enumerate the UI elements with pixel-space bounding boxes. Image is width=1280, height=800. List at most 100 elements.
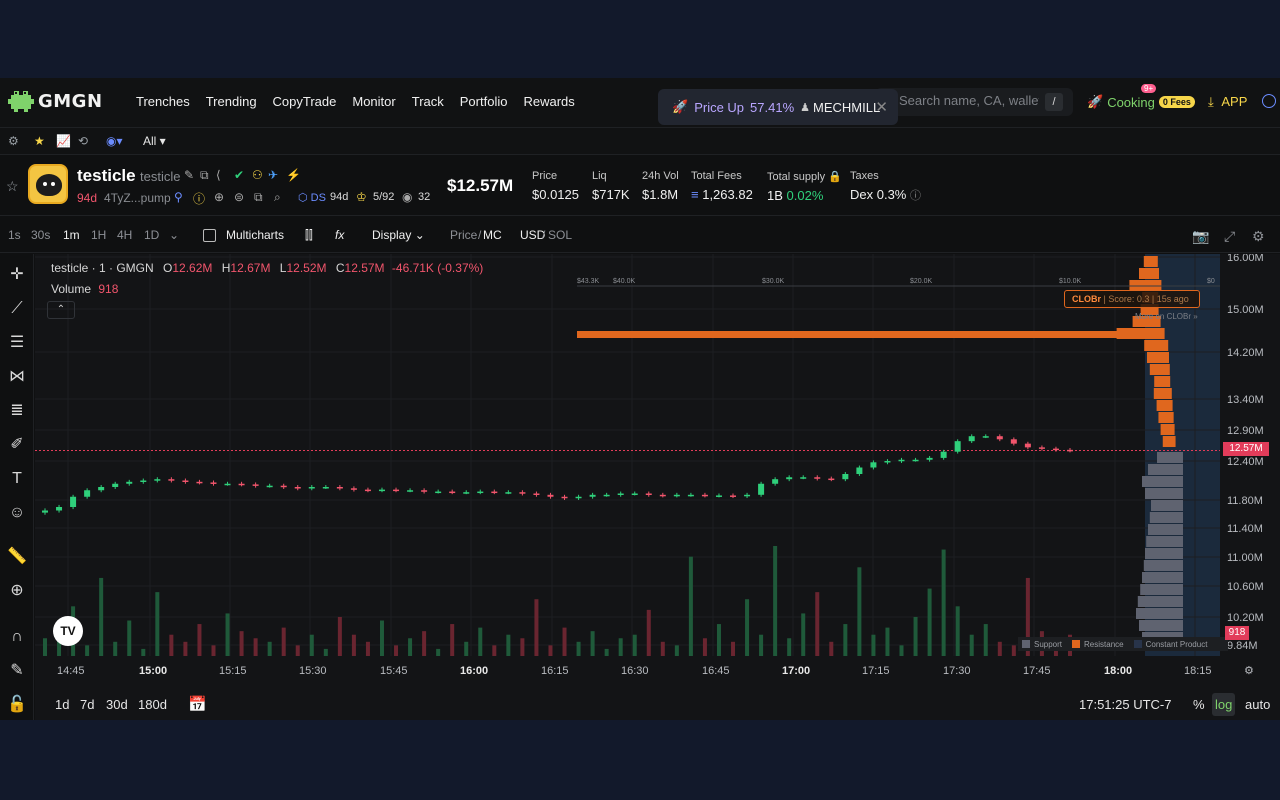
- fullscreen-icon[interactable]: ⤢: [1224, 228, 1235, 245]
- star-icon[interactable]: ★: [34, 134, 45, 148]
- timeframe-1m[interactable]: 1m: [63, 228, 80, 242]
- clobr-badge[interactable]: CLOBr | Score: 0.3 | 15s ago: [1064, 290, 1200, 308]
- price-toggle[interactable]: Price: [450, 228, 477, 242]
- nav-copytrade[interactable]: CopyTrade: [273, 94, 337, 109]
- share-icon[interactable]: ⟨: [216, 168, 221, 182]
- lock-draw-icon[interactable]: ✎: [6, 660, 28, 682]
- candle-body: [1067, 449, 1073, 452]
- stat-label: 24h Vol: [642, 170, 679, 182]
- nav-monitor[interactable]: Monitor: [352, 94, 395, 109]
- timeframe-1s[interactable]: 1s: [8, 228, 21, 242]
- ruler-icon[interactable]: 📏: [6, 546, 28, 568]
- volume-bar: [632, 634, 637, 656]
- stat-liq: Liq $717K: [592, 170, 630, 202]
- brush-icon[interactable]: ✐: [6, 434, 28, 456]
- ds-label: DS: [310, 192, 326, 204]
- edit-icon[interactable]: ✎: [184, 168, 194, 182]
- emoji-icon[interactable]: ☺: [6, 502, 28, 524]
- range-7d[interactable]: 7d: [80, 697, 94, 712]
- dexscreener-badge[interactable]: ⬡ DS: [298, 191, 326, 204]
- price-up-toast[interactable]: 🚀 Price Up 57.41% ♟ MECHMILL ✕: [658, 89, 898, 125]
- nav-portfolio[interactable]: Portfolio: [460, 94, 508, 109]
- depth-scale-label: $40.0K: [613, 278, 636, 285]
- pattern-icon[interactable]: ⋈: [6, 366, 28, 388]
- download-icon: ⤓: [1208, 94, 1214, 109]
- chevron-down-icon: ⌄: [414, 228, 425, 242]
- candle-type-icon[interactable]: ⫿⫿: [305, 228, 313, 243]
- website-icon[interactable]: ⊜: [234, 190, 244, 204]
- fib-icon[interactable]: ≣: [6, 400, 28, 422]
- unlock-icon[interactable]: 🔓: [6, 694, 28, 716]
- nav-rewards[interactable]: Rewards: [523, 94, 574, 109]
- stat-value: 1B: [767, 188, 783, 203]
- globe-icon[interactable]: ⊕: [214, 190, 224, 204]
- magnet-icon[interactable]: ∩: [6, 626, 28, 648]
- logo[interactable]: GMGN: [8, 89, 103, 113]
- horizontal-lines-icon[interactable]: ☰: [6, 332, 28, 354]
- nav-trending[interactable]: Trending: [206, 94, 257, 109]
- chart-icon[interactable]: 📈: [56, 134, 71, 148]
- cooking-label: Cooking: [1107, 94, 1155, 110]
- last-price-tag: 12.57M: [1223, 442, 1269, 456]
- multicharts-label[interactable]: Multicharts: [226, 228, 284, 242]
- nav-trenches[interactable]: Trenches: [136, 94, 190, 109]
- sol-toggle[interactable]: SOL: [548, 228, 572, 242]
- cooking-button[interactable]: 🚀 Cooking 9+ 0 Fees: [1087, 84, 1195, 110]
- text-icon[interactable]: T: [6, 468, 28, 490]
- settings-icon[interactable]: ⚙: [8, 134, 19, 148]
- timeframe-30s[interactable]: 30s: [31, 228, 50, 242]
- volume-bar: [394, 645, 399, 656]
- app-download-button[interactable]: ⤓ APP: [1208, 94, 1247, 110]
- close-icon[interactable]: ✕: [875, 98, 888, 116]
- candle-body: [168, 479, 175, 481]
- chevron-down-icon[interactable]: ⌄: [169, 228, 179, 242]
- gear-icon[interactable]: ⚙: [1252, 228, 1265, 245]
- copy-icon[interactable]: ⧉: [200, 168, 209, 183]
- menu-icon[interactable]: [1262, 94, 1276, 108]
- resistance-depth-bar: [1156, 400, 1173, 411]
- timeframe-1h[interactable]: 1H: [91, 228, 106, 242]
- filter-dropdown[interactable]: All ▾: [143, 134, 166, 148]
- nav-track[interactable]: Track: [412, 94, 444, 109]
- crosshair-icon[interactable]: ✛: [6, 264, 28, 286]
- x-axis-label: 15:15: [219, 665, 247, 677]
- chart-area[interactable]: 16.00M 15.00M 14.20M 13.40M 12.90M 12.40M 11.8…: [35, 254, 1280, 720]
- zoom-in-icon[interactable]: ⊕: [6, 580, 28, 602]
- resistance-depth-bar: [1160, 424, 1175, 435]
- volume-bar: [127, 620, 132, 656]
- token-avatar[interactable]: [28, 164, 68, 204]
- clock[interactable]: 17:51:25 UTC-7: [1079, 697, 1172, 712]
- search-input[interactable]: [899, 93, 1039, 108]
- percent-toggle[interactable]: %: [1193, 697, 1205, 712]
- camera-icon[interactable]: 📷: [1192, 228, 1209, 245]
- mc-toggle[interactable]: MC: [483, 228, 502, 242]
- indicators-icon[interactable]: fx: [335, 228, 344, 242]
- log-toggle[interactable]: log: [1212, 693, 1236, 716]
- auto-toggle[interactable]: auto: [1245, 697, 1270, 712]
- creator-icon[interactable]: ⚲: [174, 190, 183, 204]
- search-box[interactable]: /: [875, 88, 1073, 116]
- trendline-icon[interactable]: ⟋: [6, 298, 28, 320]
- lock-icon: 🔒: [828, 171, 842, 183]
- range-180d[interactable]: 180d: [138, 697, 167, 712]
- timeframe-1d[interactable]: 1D: [144, 228, 159, 242]
- collapse-legend-button[interactable]: ⌃: [47, 301, 75, 319]
- search-icon[interactable]: ⌕: [274, 190, 281, 205]
- multicharts-checkbox[interactable]: [203, 229, 216, 242]
- favorite-star-icon[interactable]: ☆: [6, 178, 19, 195]
- calendar-icon[interactable]: 📅: [188, 695, 207, 713]
- info-icon[interactable]: ⓘ: [910, 190, 921, 202]
- post-icon[interactable]: ⧉: [254, 190, 263, 205]
- range-1d[interactable]: 1d: [55, 697, 69, 712]
- volume-bar: [169, 634, 174, 656]
- more-clobr-link[interactable]: More on CLOBr »: [1135, 312, 1198, 321]
- range-30d[interactable]: 30d: [106, 697, 128, 712]
- history-icon[interactable]: ⟲: [78, 134, 88, 148]
- warning-icon[interactable]: ⓘ: [193, 190, 205, 207]
- timeframe-4h[interactable]: 4H: [117, 228, 132, 242]
- contract-address[interactable]: 4TyZ...pump: [104, 191, 171, 205]
- telegram-icon[interactable]: ✈: [268, 168, 278, 182]
- tradingview-logo[interactable]: TV: [53, 616, 83, 646]
- display-dropdown[interactable]: Display ⌄: [372, 228, 425, 242]
- chain-icon[interactable]: ◉▾: [106, 134, 123, 148]
